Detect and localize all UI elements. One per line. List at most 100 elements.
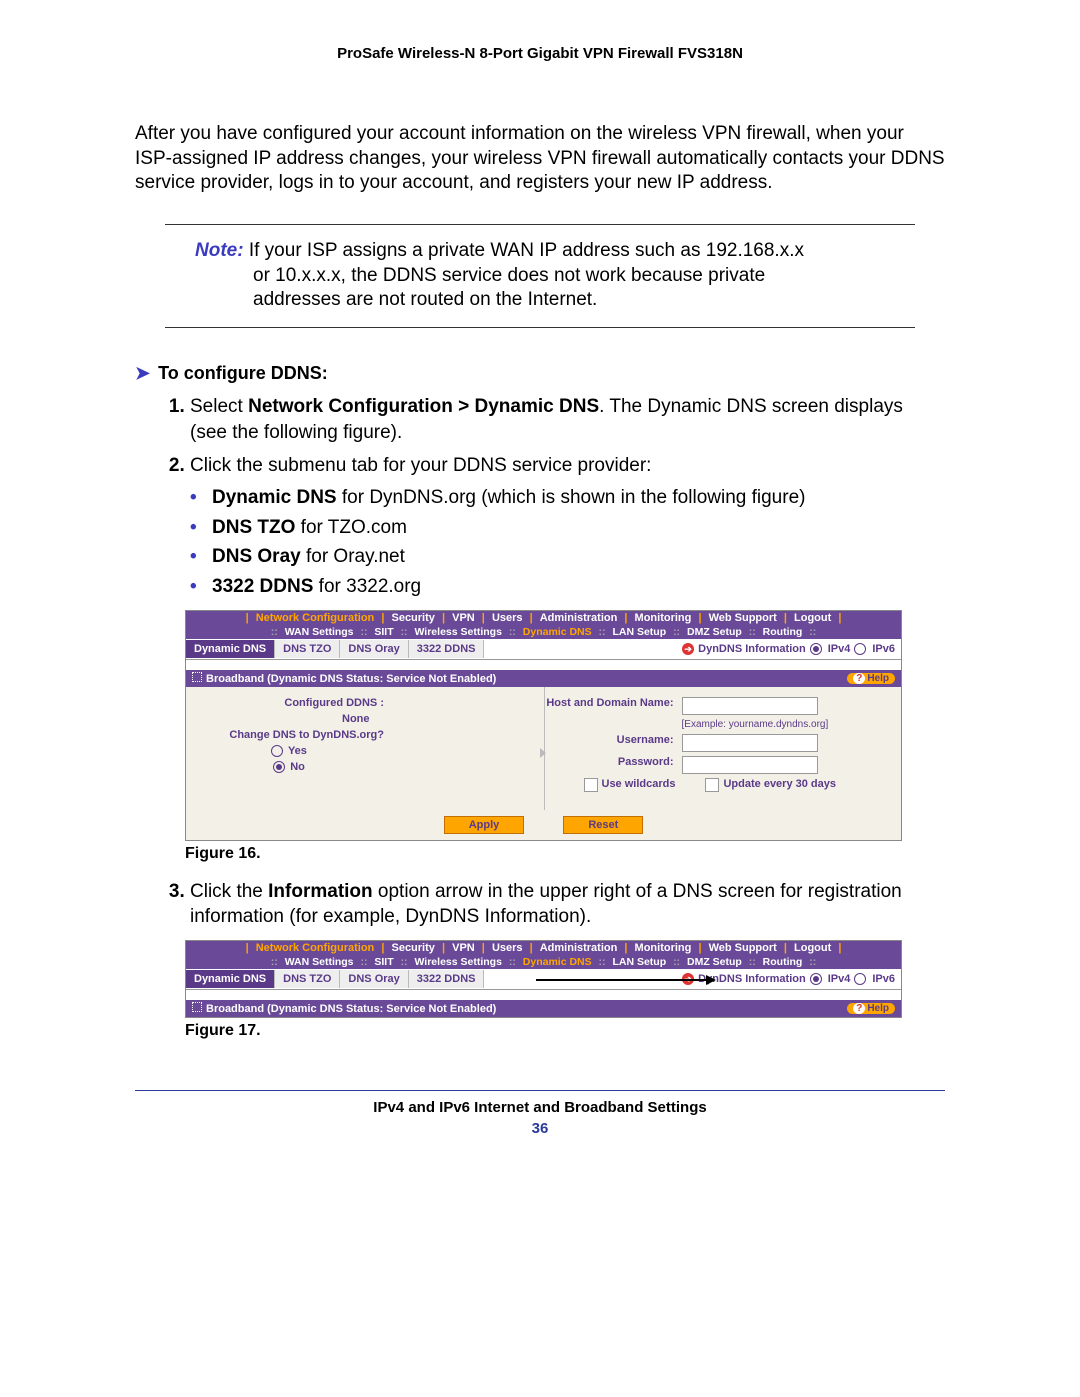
apply-button[interactable]: Apply: [444, 816, 525, 834]
bullet-1-text: for DynDNS.org (which is shown in the fo…: [337, 487, 806, 508]
subnav2-wireless[interactable]: Wireless Settings: [414, 956, 501, 968]
step-2: Click the submenu tab for your DDNS serv…: [190, 453, 945, 599]
note-line1: If your ISP assigns a private WAN IP add…: [249, 240, 804, 261]
wildcards-checkbox[interactable]: [584, 778, 598, 792]
subnav2-ddns[interactable]: Dynamic DNS: [523, 956, 592, 968]
update30-checkbox[interactable]: [705, 778, 719, 792]
nav2-vpn[interactable]: VPN: [452, 942, 475, 954]
nav2-logout[interactable]: Logout: [794, 942, 831, 954]
ipv4-label-2: IPv4: [828, 973, 851, 985]
step-1-path: Network Configuration > Dynamic DNS: [248, 396, 599, 417]
bullet-2-text: for TZO.com: [295, 517, 407, 538]
sub-nav: :: WAN Settings :: SIIT :: Wireless Sett…: [186, 625, 901, 639]
bullet-4-text: for 3322.org: [313, 576, 421, 597]
ipv4-label: IPv4: [828, 643, 851, 655]
note-line3: addresses are not routed on the Internet…: [165, 288, 915, 313]
bullet-4: 3322 DDNS for 3322.org: [212, 574, 945, 600]
ipv6-radio-2[interactable]: [854, 973, 866, 985]
panel-header: Broadband (Dynamic DNS Status: Service N…: [186, 670, 901, 687]
figure-17-caption: Figure 17.: [185, 1022, 945, 1040]
panel-icon-2: [192, 1002, 202, 1012]
password-label: Password:: [544, 756, 682, 774]
subnav-wireless[interactable]: Wireless Settings: [414, 626, 501, 638]
nav-security[interactable]: Security: [391, 612, 434, 624]
ipv6-label-2: IPv6: [872, 973, 895, 985]
no-label: No: [290, 761, 305, 773]
panel-title-2: Broadband (Dynamic DNS Status: Service N…: [206, 1003, 496, 1015]
tab-dns-tzo[interactable]: DNS TZO: [275, 640, 340, 658]
bullet-4-bold: 3322 DDNS: [212, 576, 313, 597]
nav-monitoring[interactable]: Monitoring: [635, 612, 692, 624]
subnav2-lan[interactable]: LAN Setup: [612, 956, 666, 968]
subnav-lan[interactable]: LAN Setup: [612, 626, 666, 638]
nav-network-config[interactable]: Network Configuration: [256, 612, 375, 624]
nav-web-support[interactable]: Web Support: [709, 612, 777, 624]
nav2-users[interactable]: Users: [492, 942, 523, 954]
section-heading-text: To configure DDNS:: [158, 363, 328, 383]
figure-16: | Network Configuration | Security | VPN…: [185, 610, 945, 841]
panel-body: Configured DDNS : None Change DNS to Dyn…: [186, 687, 901, 810]
step-2-text: Click the submenu tab for your DDNS serv…: [190, 455, 651, 476]
configured-ddns-label: Configured DDNS :: [194, 697, 392, 709]
tab2-dynamic-dns[interactable]: Dynamic DNS: [186, 970, 275, 988]
nav2-security[interactable]: Security: [391, 942, 434, 954]
footer-chapter: IPv4 and IPv6 Internet and Broadband Set…: [135, 1099, 945, 1116]
nav2-web-support[interactable]: Web Support: [709, 942, 777, 954]
subnav-dmz[interactable]: DMZ Setup: [687, 626, 742, 638]
subnav2-dmz[interactable]: DMZ Setup: [687, 956, 742, 968]
note-block: Note: If your ISP assigns a private WAN …: [165, 224, 915, 328]
subnav-wan[interactable]: WAN Settings: [285, 626, 354, 638]
yes-radio[interactable]: [271, 745, 283, 757]
host-domain-input[interactable]: [682, 697, 818, 715]
nav-users[interactable]: Users: [492, 612, 523, 624]
bullet-2-bold: DNS TZO: [212, 517, 295, 538]
no-radio[interactable]: [273, 761, 285, 773]
ipv6-radio[interactable]: [854, 643, 866, 655]
bullet-3-text: for Oray.net: [301, 546, 405, 567]
wildcards-label: Use wildcards: [602, 778, 676, 792]
ipv4-radio-2[interactable]: [810, 973, 822, 985]
help-button-2[interactable]: ?Help: [847, 1003, 895, 1014]
document-header: ProSafe Wireless-N 8-Port Gigabit VPN Fi…: [135, 45, 945, 62]
note-line2: or 10.x.x.x, the DDNS service does not w…: [165, 264, 915, 289]
reset-button[interactable]: Reset: [563, 816, 643, 834]
step-3-bold: Information: [268, 881, 373, 902]
nav-logout[interactable]: Logout: [794, 612, 831, 624]
info-link[interactable]: DynDNS Information: [698, 643, 806, 655]
nav-admin[interactable]: Administration: [540, 612, 618, 624]
figure-16-caption: Figure 16.: [185, 845, 945, 863]
update30-label: Update every 30 days: [723, 778, 836, 792]
info-arrow-icon[interactable]: ➔: [682, 643, 694, 655]
intro-paragraph: After you have configured your account i…: [135, 122, 945, 196]
nav2-network-config[interactable]: Network Configuration: [256, 942, 375, 954]
yes-label: Yes: [288, 745, 307, 757]
help-button[interactable]: ?Help: [847, 673, 895, 684]
subnav-siit[interactable]: SIIT: [374, 626, 393, 638]
tab-3322-ddns[interactable]: 3322 DDNS: [409, 640, 485, 658]
footer-page-number: 36: [135, 1120, 945, 1137]
subnav2-routing[interactable]: Routing: [763, 956, 803, 968]
step-1: Select Network Configuration > Dynamic D…: [190, 394, 945, 445]
subnav-ddns[interactable]: Dynamic DNS: [523, 626, 592, 638]
nav2-admin[interactable]: Administration: [540, 942, 618, 954]
bullet-1: Dynamic DNS for DynDNS.org (which is sho…: [212, 485, 945, 511]
step-3: Click the Information option arrow in th…: [190, 879, 945, 930]
username-input[interactable]: [682, 734, 818, 752]
nav2-monitoring[interactable]: Monitoring: [635, 942, 692, 954]
bullet-1-bold: Dynamic DNS: [212, 487, 337, 508]
tab2-dns-tzo[interactable]: DNS TZO: [275, 970, 340, 988]
tab2-dns-oray[interactable]: DNS Oray: [340, 970, 408, 988]
ipv4-radio[interactable]: [810, 643, 822, 655]
tab2-3322-ddns[interactable]: 3322 DDNS: [409, 970, 485, 988]
figure-17: | Network Configuration | Security | VPN…: [185, 940, 945, 1018]
panel-icon: [192, 672, 202, 682]
tab-dynamic-dns[interactable]: Dynamic DNS: [186, 640, 275, 658]
subnav2-wan[interactable]: WAN Settings: [285, 956, 354, 968]
sub-nav-2: :: WAN Settings :: SIIT :: Wireless Sett…: [186, 955, 901, 969]
subnav2-siit[interactable]: SIIT: [374, 956, 393, 968]
nav-vpn[interactable]: VPN: [452, 612, 475, 624]
step-3-pre: Click the: [190, 881, 268, 902]
password-input[interactable]: [682, 756, 818, 774]
subnav-routing[interactable]: Routing: [763, 626, 803, 638]
tab-dns-oray[interactable]: DNS Oray: [340, 640, 408, 658]
